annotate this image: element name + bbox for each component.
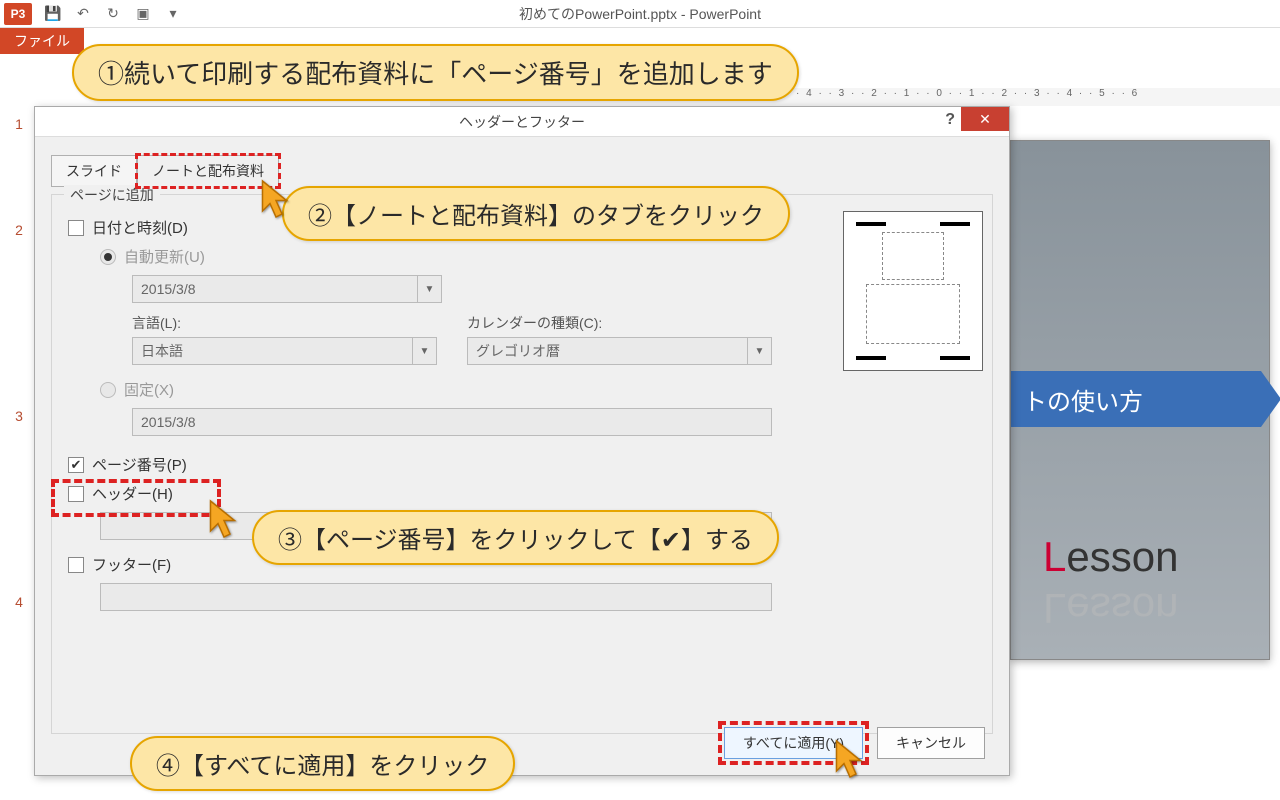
dialog-title: ヘッダーとフッター: [459, 112, 585, 132]
language-label: 言語(L):: [132, 313, 437, 333]
header-label: ヘッダー(H): [92, 483, 173, 504]
file-tab[interactable]: ファイル: [0, 28, 84, 54]
window-title: 初めてのPowerPoint.pptx - PowerPoint: [519, 4, 761, 24]
calendar-label: カレンダーの種類(C):: [467, 313, 772, 333]
header-row: ヘッダー(H): [68, 483, 976, 504]
slide-number[interactable]: 2: [0, 212, 38, 398]
slide-number[interactable]: 1: [0, 106, 38, 212]
undo-icon[interactable]: ↶: [72, 3, 94, 25]
lesson-logo: Lesson: [1043, 533, 1178, 582]
pagenum-row: ページ番号(P): [68, 454, 976, 475]
save-icon[interactable]: 💾: [42, 3, 64, 25]
language-column: 言語(L): 日本語 ▼: [132, 313, 437, 365]
qat-more-icon[interactable]: ▾: [162, 3, 184, 25]
slide-canvas: トの使い方 Lesson Lesson: [1010, 140, 1270, 660]
cancel-button[interactable]: キャンセル: [877, 727, 985, 759]
language-value: 日本語: [141, 341, 183, 361]
calendar-column: カレンダーの種類(C): グレゴリオ暦 ▼: [467, 313, 772, 365]
cursor-icon: [832, 738, 868, 780]
cursor-icon: [206, 498, 242, 540]
footer-label: フッター(F): [92, 554, 171, 575]
pagenum-label: ページ番号(P): [92, 454, 187, 475]
fixed-date-field[interactable]: 2015/3/8: [132, 408, 772, 436]
date-format-value: 2015/3/8: [141, 281, 196, 297]
lesson-logo-reflection: Lesson: [1043, 583, 1178, 632]
help-icon[interactable]: ?: [945, 111, 955, 129]
fixed-row: 固定(X): [100, 379, 976, 400]
close-icon[interactable]: ✕: [961, 107, 1009, 131]
slideshow-icon[interactable]: ▣: [132, 3, 154, 25]
date-format-combo[interactable]: 2015/3/8 ▼: [132, 275, 442, 303]
group-title: ページに追加: [64, 185, 160, 205]
callout-1: ①続いて印刷する配布資料に「ページ番号」を追加します: [72, 44, 799, 101]
auto-update-radio[interactable]: [100, 249, 116, 265]
callout-2: ②【ノートと配布資料】のタブをクリック: [282, 186, 790, 241]
dialog-tab-strip: スライド ノートと配布資料: [51, 155, 993, 187]
chevron-down-icon: ▼: [747, 338, 771, 364]
slide-banner: トの使い方: [1011, 371, 1261, 427]
datetime-label: 日付と時刻(D): [92, 217, 188, 238]
fixed-radio[interactable]: [100, 382, 116, 398]
cursor-icon: [258, 178, 294, 220]
redo-icon[interactable]: ↻: [102, 3, 124, 25]
app-icon: P3: [4, 3, 32, 25]
header-checkbox[interactable]: [68, 486, 84, 502]
pagenum-checkbox[interactable]: [68, 457, 84, 473]
date-combo-row: 2015/3/8 ▼: [132, 275, 442, 303]
slide-number[interactable]: 4: [0, 584, 38, 690]
dialog-titlebar: ヘッダーとフッター ? ✕: [35, 107, 1009, 137]
calendar-value: グレゴリオ暦: [476, 341, 560, 361]
language-combo[interactable]: 日本語 ▼: [132, 337, 437, 365]
slide-number[interactable]: 3: [0, 398, 38, 584]
auto-update-label: 自動更新(U): [124, 246, 205, 267]
chevron-down-icon: ▼: [417, 276, 441, 302]
tab-slide[interactable]: スライド: [51, 155, 137, 187]
footer-text-field[interactable]: [100, 583, 772, 611]
fixed-value-row: 2015/3/8: [132, 408, 976, 436]
layout-preview: [843, 211, 983, 371]
callout-4: ④【すべてに適用】をクリック: [130, 736, 515, 791]
chevron-down-icon: ▼: [412, 338, 436, 364]
quick-access-toolbar: 💾 ↶ ↻ ▣ ▾: [36, 3, 190, 25]
calendar-combo[interactable]: グレゴリオ暦 ▼: [467, 337, 772, 365]
slide-thumbnail-panel: 1 2 3 4: [0, 106, 38, 800]
datetime-checkbox[interactable]: [68, 220, 84, 236]
title-bar: P3 💾 ↶ ↻ ▣ ▾ 初めてのPowerPoint.pptx - Power…: [0, 0, 1280, 28]
fixed-label: 固定(X): [124, 379, 174, 400]
footer-checkbox[interactable]: [68, 557, 84, 573]
footer-text-row: [100, 583, 976, 611]
callout-3: ③【ページ番号】をクリックして【✔】する: [252, 510, 779, 565]
